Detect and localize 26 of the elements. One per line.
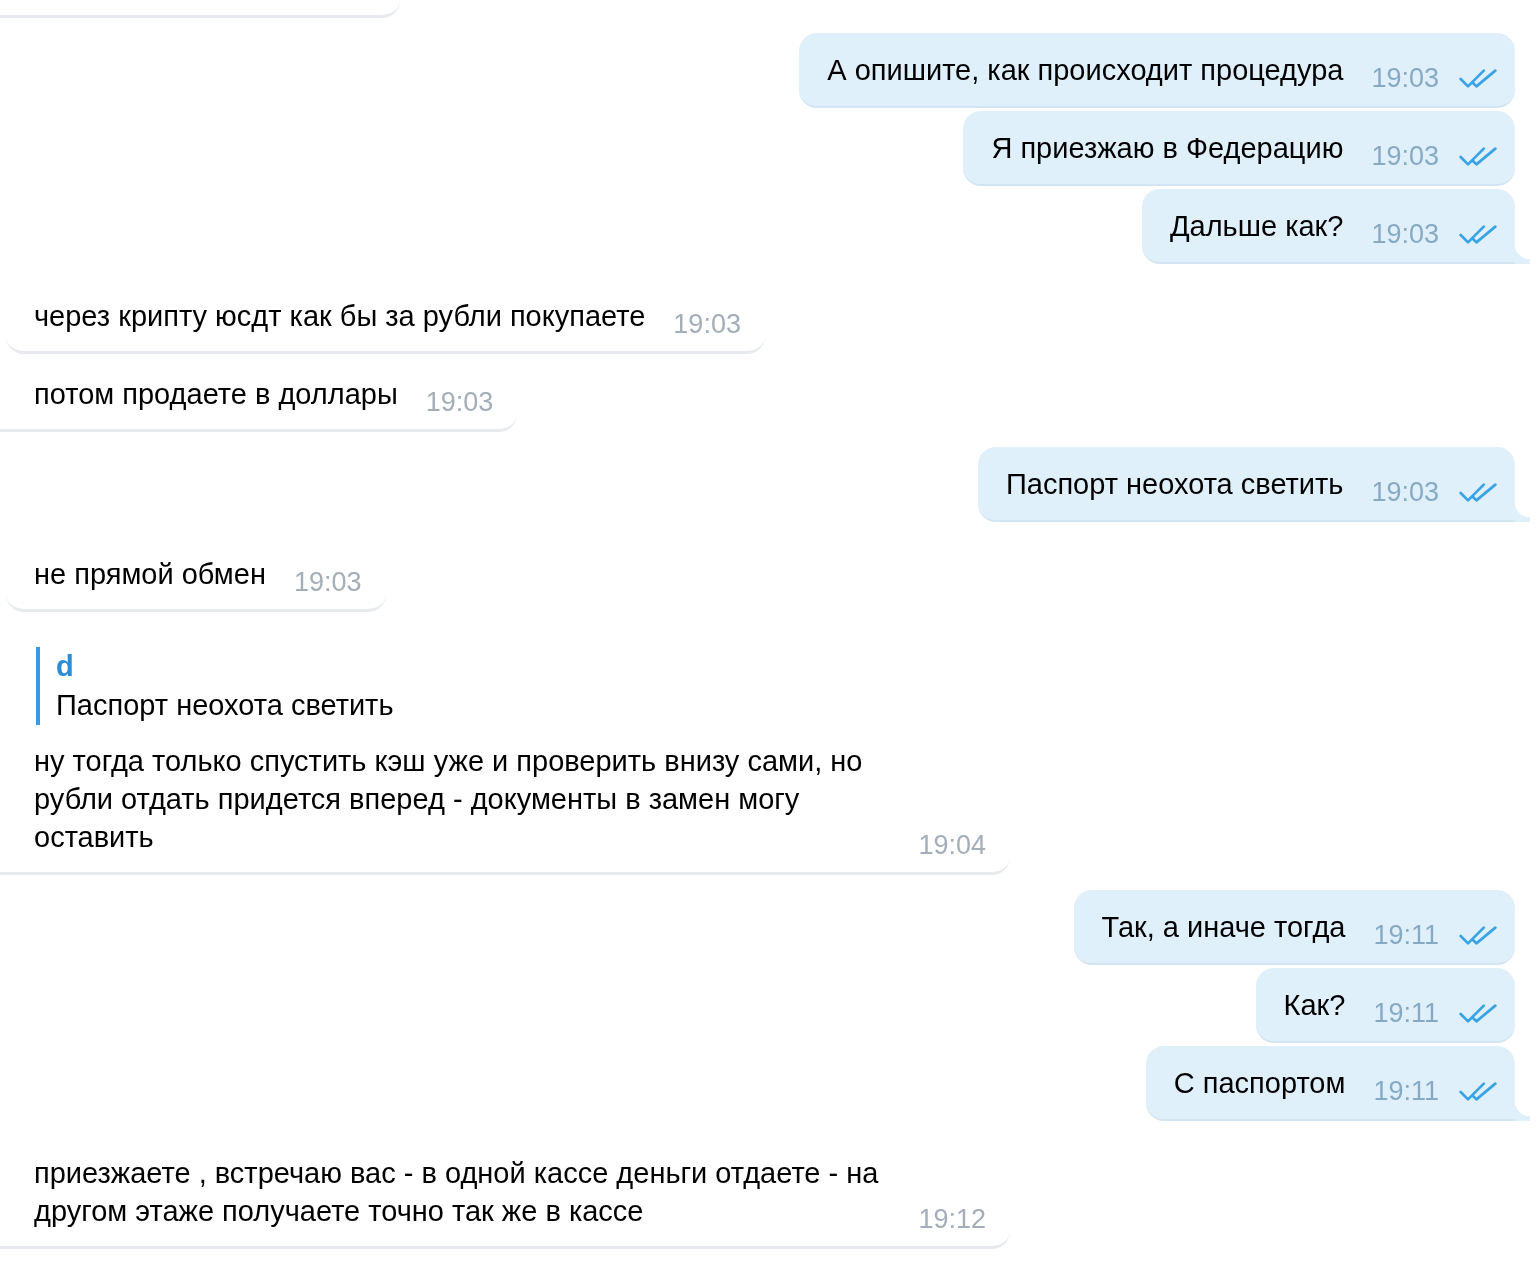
message-time: 19:03 [1371,140,1439,173]
message-text: ну тогда только спустить кэш уже и проверить внизу сами, но рубли отдать придется вперед - документы в замен могу оставить [34,744,864,855]
message-time: 19:03 [1371,62,1439,95]
reply-author: d [56,649,75,684]
message-time: 19:03 [425,386,494,419]
message-text: через крипту юсдт как бы за рубли покупаете [34,299,646,334]
message-text: Я приезжаю в Федерацию [991,131,1344,166]
message-time: 19:03 [1371,476,1439,509]
message-text: Паспорт неохота светить [1005,467,1344,502]
message-text: не прямой обмен [34,557,266,592]
message-time: 19:11 [1373,919,1439,952]
message-text: Дальше как? [1169,209,1344,244]
message-text: потом продаете в доллары [34,377,398,412]
message-text: С паспортом [1173,1066,1346,1101]
message-text: А опишите, как происходит процедура [827,53,1344,88]
message-text: Так, а иначе тогда [1101,910,1346,945]
message-time: 19:03 [293,566,362,599]
message-time: 19:03 [673,308,741,341]
message-text: приезжаете , встречаю вас - в одной кассе деньги отдаете - на другом этаже получаете точно так же в кассе [34,1156,880,1229]
message-time: 19:11 [1373,1075,1439,1108]
message-time: 19:11 [1373,997,1439,1030]
message-time: 19:12 [918,1203,986,1236]
reply-text: Паспорт неохота светить [56,688,395,723]
message-text: Как? [1283,988,1346,1023]
message-time: 19:03 [1371,218,1439,251]
message-time: 19:04 [918,829,986,862]
